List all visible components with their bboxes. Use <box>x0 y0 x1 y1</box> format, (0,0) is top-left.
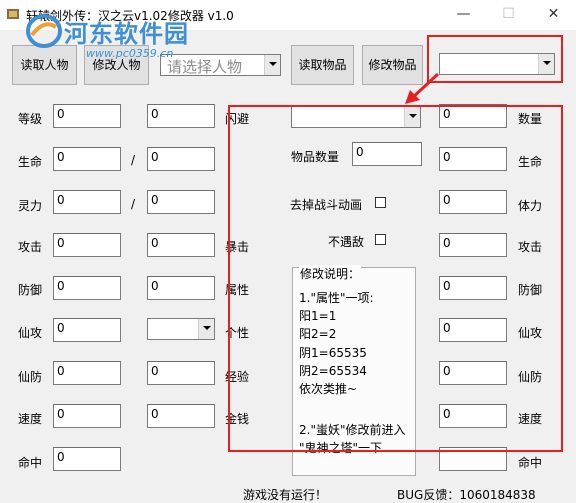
game-status: 游戏没有运行！ <box>243 488 328 502</box>
highlight-box-item-select <box>427 35 563 83</box>
attack-label: 攻击 <box>18 240 43 254</box>
minimize-button[interactable]: — <box>441 0 486 30</box>
magic-defense-field[interactable]: 0 <box>53 361 121 385</box>
money-field[interactable]: 0 <box>147 404 215 428</box>
magic-attack-field[interactable]: 0 <box>53 318 121 342</box>
bug-report: BUG反馈：1060184838 <box>397 488 536 502</box>
attack-field[interactable]: 0 <box>53 233 121 257</box>
magic-attack-label: 仙攻 <box>18 326 43 340</box>
chevron-down-icon[interactable] <box>198 319 214 339</box>
speed-label: 速度 <box>18 412 43 426</box>
app-icon <box>7 9 19 19</box>
arrow-icon <box>405 72 440 104</box>
defense-field[interactable]: 0 <box>53 276 121 300</box>
close-button[interactable]: ✕ <box>531 0 576 30</box>
speed-field[interactable]: 0 <box>53 404 121 428</box>
mp-separator: / <box>131 197 136 211</box>
mp-max-field[interactable]: 0 <box>147 190 215 214</box>
watermark-url: www.pc0359.cn <box>86 47 174 60</box>
critical-field[interactable]: 0 <box>147 233 215 257</box>
mp-label: 灵力 <box>18 199 43 213</box>
defense-label: 防御 <box>18 283 43 297</box>
hp-label: 生命 <box>18 155 43 169</box>
accuracy-field[interactable]: 0 <box>53 447 121 471</box>
item-accuracy-label: 命中 <box>518 456 543 470</box>
watermark-brand: 河东软件园 <box>64 20 189 48</box>
level-field-2[interactable]: 0 <box>147 104 215 128</box>
magic-defense-label: 仙防 <box>18 370 43 384</box>
chevron-down-icon[interactable] <box>264 55 280 75</box>
hp-field[interactable]: 0 <box>53 147 121 171</box>
read-item-button[interactable]: 读取物品 <box>291 45 354 85</box>
level-label: 等级 <box>18 112 43 126</box>
personality-select[interactable] <box>147 318 215 340</box>
level-field[interactable]: 0 <box>53 104 121 128</box>
highlight-box-item-panel <box>228 105 563 452</box>
attribute-field[interactable]: 0 <box>147 276 215 300</box>
hp-max-field[interactable]: 0 <box>147 147 215 171</box>
experience-field[interactable]: 0 <box>147 361 215 385</box>
accuracy-label: 命中 <box>18 456 43 470</box>
hp-separator: / <box>131 153 136 167</box>
mp-field[interactable]: 0 <box>53 190 121 214</box>
maximize-button[interactable]: ☐ <box>486 0 531 30</box>
